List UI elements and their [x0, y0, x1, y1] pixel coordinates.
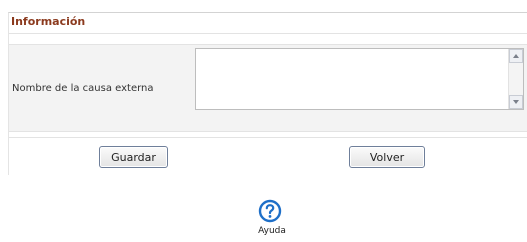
scroll-down-button[interactable] [509, 95, 523, 109]
external-cause-name-label: Nombre de la causa externa [12, 83, 154, 94]
arrow-down-icon [513, 100, 519, 104]
external-cause-name-textarea[interactable] [196, 49, 509, 109]
help-question-icon[interactable] [258, 199, 282, 223]
textarea-scrollbar[interactable] [508, 49, 523, 109]
information-panel: Información Nombre de la causa externa G… [8, 12, 527, 175]
help-label[interactable]: Ayuda [252, 226, 292, 236]
back-button[interactable]: Volver [349, 146, 425, 168]
arrow-up-icon [513, 54, 519, 58]
form-row: Nombre de la causa externa [9, 44, 527, 132]
title-divider [9, 33, 527, 34]
button-row: Guardar Volver [9, 137, 527, 176]
scroll-up-button[interactable] [509, 49, 523, 63]
section-title: Información [11, 15, 86, 28]
save-button[interactable]: Guardar [99, 146, 168, 168]
external-cause-name-field-wrapper [195, 48, 524, 110]
